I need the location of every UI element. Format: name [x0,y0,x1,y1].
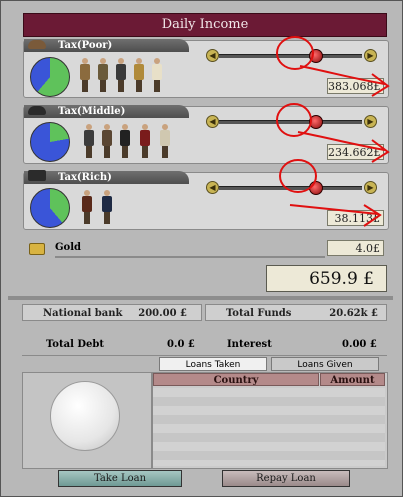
red-annotations [276,36,390,227]
annotation-circle-middle [276,103,312,137]
annotation-circle-poor [276,36,314,70]
annotation-arrow-poor [299,65,390,97]
annotation-arrow-rich [289,204,382,227]
annotation-arrow-middle [297,131,390,163]
annotation-circle-rich [279,159,317,193]
